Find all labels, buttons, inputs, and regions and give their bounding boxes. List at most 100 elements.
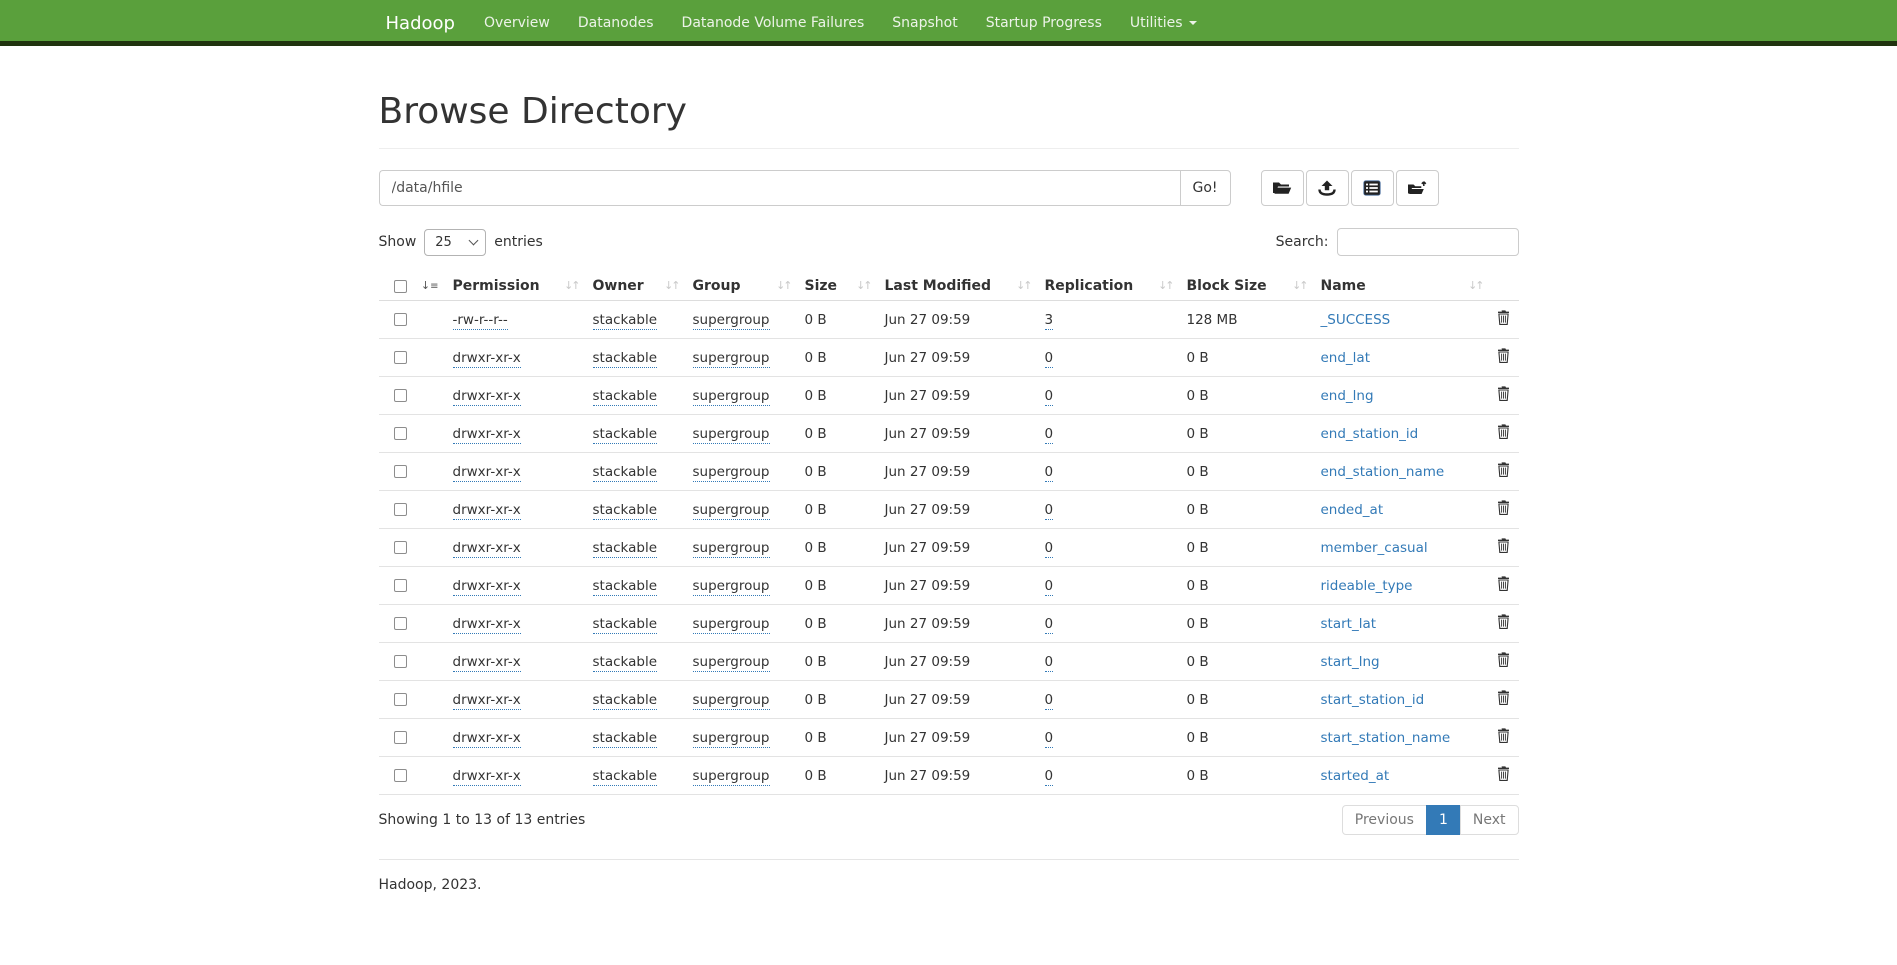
column-block-size[interactable]: Block Size↓↑ [1179,272,1313,301]
permission-value[interactable]: drwxr-xr-x [453,654,521,672]
replication-value[interactable]: 0 [1045,464,1054,482]
page-1-button[interactable]: 1 [1426,805,1461,835]
replication-value[interactable]: 0 [1045,578,1054,596]
row-checkbox[interactable] [394,351,407,364]
group-value[interactable]: supergroup [693,578,770,596]
nav-item-utilities[interactable]: Utilities [1116,0,1211,46]
next-page-button[interactable]: Next [1460,805,1519,835]
permission-value[interactable]: drwxr-xr-x [453,426,521,444]
delete-icon[interactable] [1497,386,1510,401]
column-name[interactable]: Name↓↑ [1313,272,1489,301]
file-name-link[interactable]: end_lng [1321,388,1374,404]
file-name-link[interactable]: end_station_id [1321,426,1419,442]
replication-value[interactable]: 0 [1045,426,1054,444]
group-value[interactable]: supergroup [693,388,770,406]
delete-icon[interactable] [1497,462,1510,477]
previous-page-button[interactable]: Previous [1342,805,1427,835]
replication-value[interactable]: 0 [1045,692,1054,710]
replication-value[interactable]: 0 [1045,540,1054,558]
owner-value[interactable]: stackable [593,540,658,558]
column-owner[interactable]: Owner↓↑ [585,272,685,301]
replication-value[interactable]: 0 [1045,654,1054,672]
directory-path-input[interactable] [379,170,1180,206]
row-checkbox[interactable] [394,313,407,326]
group-value[interactable]: supergroup [693,312,770,330]
cut-paste-button[interactable] [1396,170,1439,206]
row-checkbox[interactable] [394,617,407,630]
nav-item-datanode-volume-failures[interactable]: Datanode Volume Failures [668,0,879,46]
nav-item-startup-progress[interactable]: Startup Progress [972,0,1116,46]
delete-icon[interactable] [1497,614,1510,629]
file-name-link[interactable]: rideable_type [1321,578,1413,594]
file-name-link[interactable]: end_lat [1321,350,1371,366]
nav-item-datanodes[interactable]: Datanodes [564,0,668,46]
group-value[interactable]: supergroup [693,502,770,520]
replication-value[interactable]: 0 [1045,502,1054,520]
owner-value[interactable]: stackable [593,768,658,786]
owner-value[interactable]: stackable [593,350,658,368]
owner-value[interactable]: stackable [593,502,658,520]
group-value[interactable]: supergroup [693,768,770,786]
owner-value[interactable]: stackable [593,464,658,482]
owner-value[interactable]: stackable [593,692,658,710]
delete-icon[interactable] [1497,348,1510,363]
row-checkbox[interactable] [394,655,407,668]
column-last-modified[interactable]: Last Modified↓↑ [877,272,1037,301]
owner-value[interactable]: stackable [593,388,658,406]
column-group[interactable]: Group↓↑ [685,272,797,301]
row-checkbox[interactable] [394,579,407,592]
file-name-link[interactable]: started_at [1321,768,1390,784]
permission-value[interactable]: drwxr-xr-x [453,578,521,596]
delete-icon[interactable] [1497,424,1510,439]
permission-value[interactable]: drwxr-xr-x [453,540,521,558]
delete-icon[interactable] [1497,652,1510,667]
page-size-select[interactable]: 25 [424,229,486,256]
permission-value[interactable]: drwxr-xr-x [453,730,521,748]
delete-icon[interactable] [1497,500,1510,515]
column-permission[interactable]: Permission↓↑ [445,272,585,301]
row-checkbox[interactable] [394,389,407,402]
row-checkbox[interactable] [394,769,407,782]
group-value[interactable]: supergroup [693,464,770,482]
upload-files-button[interactable] [1306,170,1349,206]
create-directory-button[interactable] [1261,170,1304,206]
column-size[interactable]: Size↓↑ [797,272,877,301]
group-value[interactable]: supergroup [693,540,770,558]
file-name-link[interactable]: member_casual [1321,540,1428,556]
file-name-link[interactable]: end_station_name [1321,464,1445,480]
owner-value[interactable]: stackable [593,730,658,748]
go-button[interactable]: Go! [1180,170,1231,206]
delete-icon[interactable] [1497,728,1510,743]
permission-value[interactable]: drwxr-xr-x [453,350,521,368]
row-checkbox[interactable] [394,693,407,706]
delete-icon[interactable] [1497,576,1510,591]
permission-value[interactable]: drwxr-xr-x [453,616,521,634]
search-input[interactable] [1337,228,1519,256]
select-all-checkbox[interactable] [394,280,407,293]
file-name-link[interactable]: _SUCCESS [1321,312,1391,328]
replication-value[interactable]: 0 [1045,730,1054,748]
group-value[interactable]: supergroup [693,654,770,672]
permission-value[interactable]: drwxr-xr-x [453,768,521,786]
file-name-link[interactable]: start_lat [1321,616,1377,632]
replication-value[interactable]: 0 [1045,388,1054,406]
row-checkbox[interactable] [394,731,407,744]
group-value[interactable]: supergroup [693,350,770,368]
file-name-link[interactable]: start_lng [1321,654,1380,670]
delete-icon[interactable] [1497,766,1510,781]
replication-value[interactable]: 3 [1045,312,1054,330]
permission-value[interactable]: drwxr-xr-x [453,692,521,710]
file-name-link[interactable]: start_station_name [1321,730,1451,746]
replication-value[interactable]: 0 [1045,350,1054,368]
permission-value[interactable]: drwxr-xr-x [453,464,521,482]
path-info-button[interactable] [1351,170,1394,206]
nav-item-snapshot[interactable]: Snapshot [878,0,971,46]
permission-value[interactable]: drwxr-xr-x [453,388,521,406]
row-checkbox[interactable] [394,427,407,440]
owner-value[interactable]: stackable [593,312,658,330]
group-value[interactable]: supergroup [693,730,770,748]
nav-item-overview[interactable]: Overview [470,0,564,46]
replication-value[interactable]: 0 [1045,768,1054,786]
owner-value[interactable]: stackable [593,654,658,672]
owner-value[interactable]: stackable [593,578,658,596]
